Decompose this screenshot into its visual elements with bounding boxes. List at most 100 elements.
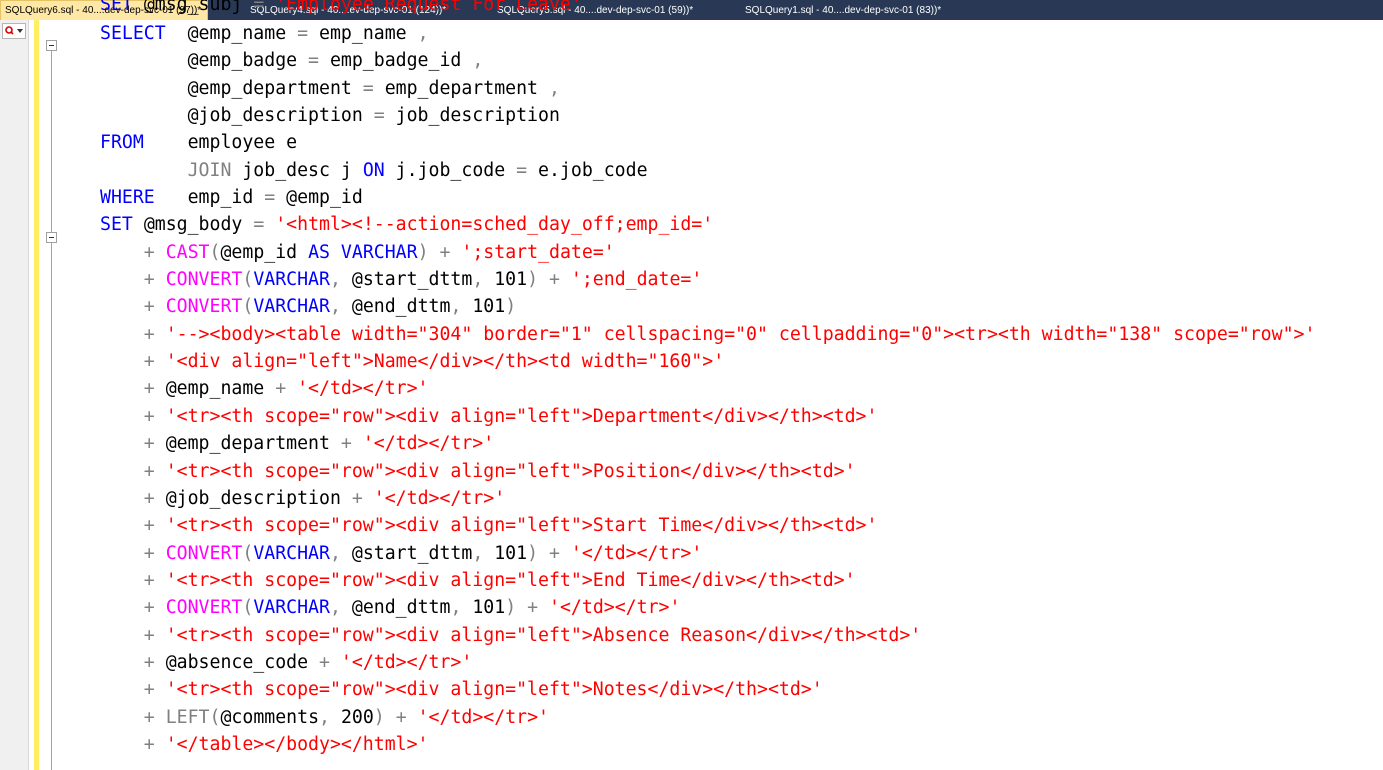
code-line: + '--><body><table width="304" border="1… xyxy=(100,321,1316,348)
outline-guide-line xyxy=(51,46,52,770)
code-token: emp_department xyxy=(384,77,549,99)
code-line: + '<tr><th scope="row"><div align="left"… xyxy=(100,567,1315,594)
code-token: @emp_badge xyxy=(100,50,309,72)
code-token: = xyxy=(373,105,396,127)
code-token: , xyxy=(450,597,473,619)
code-token: + xyxy=(100,542,166,564)
code-token: + xyxy=(100,733,166,755)
code-token: , xyxy=(417,23,429,44)
code-token: + xyxy=(100,624,166,646)
code-line: + '<tr><th scope="row"><div align="left"… xyxy=(100,622,1315,649)
code-token: @emp_name xyxy=(165,378,276,400)
code-token: ) xyxy=(505,296,517,318)
code-token: emp_id xyxy=(187,187,265,209)
code-token: , xyxy=(319,706,341,728)
code-token: '<tr><th scope="row"><div align="left">E… xyxy=(165,569,856,591)
code-token: , xyxy=(329,269,352,291)
code-line: + @emp_name + '</td></tr>' xyxy=(100,375,1315,402)
code-token: + xyxy=(100,706,166,728)
code-token: '</td></tr>' xyxy=(570,542,703,564)
code-line: + '<tr><th scope="row"><div align="left"… xyxy=(100,676,1315,703)
code-token: SELECT xyxy=(100,23,188,44)
code-token: ON xyxy=(362,159,396,181)
code-token: + xyxy=(100,651,166,673)
code-token: emp_name xyxy=(319,23,418,44)
code-token: + xyxy=(100,351,166,373)
code-token: + xyxy=(340,433,363,455)
code-token: + xyxy=(100,241,166,263)
collapse-minus-icon[interactable] xyxy=(46,40,57,51)
code-token: + xyxy=(275,378,298,400)
code-token: @msg_subj xyxy=(143,0,254,15)
code-token: @emp_id xyxy=(220,241,309,263)
code-token: FROM xyxy=(100,132,188,154)
code-token: @absence_code xyxy=(165,651,320,673)
code-token: + xyxy=(100,569,166,591)
code-token: SET xyxy=(100,214,144,236)
code-line: SELECT @emp_name = emp_name , xyxy=(100,20,1315,47)
code-token: '</td></tr>' xyxy=(340,651,473,673)
code-token: , xyxy=(472,269,495,291)
code-token: + xyxy=(351,487,374,509)
code-token: ( xyxy=(242,269,254,291)
code-token: SET xyxy=(100,0,144,15)
code-token: = xyxy=(264,187,287,209)
code-token: + xyxy=(100,296,166,318)
sql-code-editor[interactable]: SELECT @emp_name = emp_name , @emp_badge… xyxy=(100,20,1315,758)
navigation-dropdown-icon[interactable] xyxy=(2,23,26,39)
code-token: '</table></body></html>' xyxy=(165,733,429,755)
code-token: job_desc j xyxy=(242,159,363,181)
code-line: + CONVERT(VARCHAR, @start_dttm, 101) + '… xyxy=(100,540,1315,567)
code-line: + '<div align="left">Name</div></th><td … xyxy=(100,348,1315,375)
code-token: ';start_date=' xyxy=(461,241,615,263)
code-token: LEFT xyxy=(165,706,210,728)
tab-sqlquery1[interactable]: SQLQuery1.sql - 40....dev-dep-svc-01 (83… xyxy=(745,2,941,20)
code-token: = xyxy=(362,77,385,99)
code-token: ) + xyxy=(373,706,418,728)
code-token: 'Employee Request For Leave' xyxy=(275,0,582,15)
code-line: WHERE emp_id = @emp_id xyxy=(100,184,1315,211)
code-token: '</td></tr>' xyxy=(549,597,681,619)
code-line: + @job_description + '</td></tr>' xyxy=(100,485,1315,512)
code-line: + CONVERT(VARCHAR, @start_dttm, 101) + '… xyxy=(100,266,1315,293)
change-tracking-bar xyxy=(34,20,39,770)
code-token: ( xyxy=(242,597,254,619)
code-token: @comments xyxy=(220,706,320,728)
collapse-minus-icon[interactable] xyxy=(46,232,57,243)
code-token: 101 xyxy=(472,296,506,318)
code-token: , xyxy=(329,296,352,318)
code-token: + xyxy=(100,679,166,701)
code-line: @job_description = job_description xyxy=(100,102,1315,129)
code-line: FROM employee e xyxy=(100,129,1315,156)
code-token: + xyxy=(100,378,166,400)
code-token: @job_description xyxy=(165,487,352,509)
code-token: CONVERT xyxy=(165,296,243,318)
code-token: ';end_date=' xyxy=(570,269,703,291)
code-token: '<html><!--action=sched_day_off;emp_id=' xyxy=(275,214,714,236)
code-token: , xyxy=(472,542,495,564)
code-token: , xyxy=(548,77,560,99)
code-token: = xyxy=(308,50,330,72)
code-token: + xyxy=(100,269,166,291)
code-token: VARCHAR xyxy=(253,296,330,318)
code-token: + xyxy=(319,651,341,673)
code-token: + xyxy=(100,487,166,509)
code-line: + CONVERT(VARCHAR, @end_dttm, 101) xyxy=(100,293,1315,320)
code-token: '<div align="left">Name</div></th><td wi… xyxy=(165,351,725,373)
code-token: '</td></tr>' xyxy=(297,378,429,400)
code-token: CONVERT xyxy=(165,269,243,291)
code-token: + xyxy=(100,433,166,455)
code-token: = xyxy=(297,23,320,44)
code-line: + CONVERT(VARCHAR, @end_dttm, 101) + '</… xyxy=(100,594,1315,621)
code-line: JOIN job_desc j ON j.job_code = e.job_co… xyxy=(100,157,1315,184)
code-token: = xyxy=(253,214,276,236)
code-token: '--><body><table width="304" border="1" … xyxy=(165,323,1316,345)
code-token: , xyxy=(472,50,484,72)
code-token: 200 xyxy=(340,706,374,728)
code-token: '<tr><th scope="row"><div align="left">S… xyxy=(165,515,878,537)
code-token: job_description xyxy=(395,105,560,127)
code-token: + xyxy=(100,323,166,345)
code-token: @start_dttm xyxy=(351,269,473,291)
code-token: AS VARCHAR xyxy=(308,241,418,263)
code-token: , xyxy=(450,296,473,318)
